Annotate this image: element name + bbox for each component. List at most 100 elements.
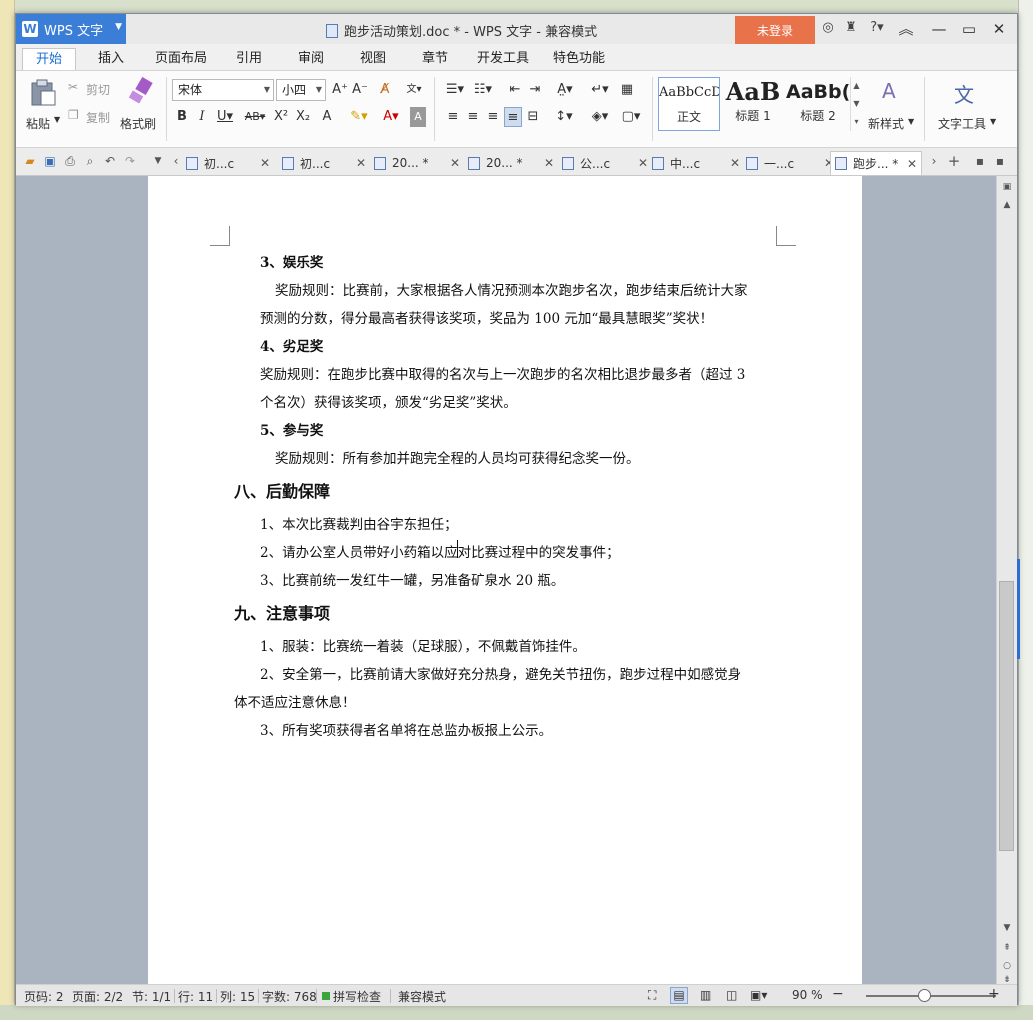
page-view-icon[interactable]: ▤ [670,987,688,1004]
tab-chapter[interactable]: 章节 [412,48,458,70]
doc-tab[interactable]: 中...c ✕ [652,151,744,175]
document-page[interactable]: 3、娱乐奖 奖励规则：比赛前，大家根据各人情况预测本次跑步名次，跑步结束后统计大… [148,176,862,984]
paragraph-shading-icon[interactable]: ◈▾ [586,107,614,127]
distribute-icon[interactable]: ⊟ [524,107,542,127]
show-marks-icon[interactable]: ↵▾ [588,80,612,100]
web-view-icon[interactable]: ◫ [726,988,737,1002]
char-shading-icon[interactable]: A [410,107,426,127]
help-icon[interactable]: ?▾ [865,20,889,35]
superscript-icon[interactable]: X² [272,107,290,127]
tab-insert[interactable]: 插入 [86,48,136,70]
tab-references[interactable]: 引用 [226,48,272,70]
open-folder-icon[interactable]: ▰ [22,153,38,169]
change-case-icon[interactable]: A̤▾ [550,80,580,100]
zoom-slider[interactable] [866,995,996,997]
close-icon[interactable]: ✕ [986,18,1012,40]
select-browse-object-icon[interactable]: ○ [999,959,1015,973]
close-tab-icon[interactable]: ✕ [544,156,554,170]
font-name-select[interactable]: 宋体 ▼ [172,79,274,101]
font-size-select[interactable]: 小四 ▼ [276,79,326,101]
print-preview-icon[interactable]: ⌕ [82,153,98,169]
redo-icon[interactable]: ↷ [122,153,138,169]
tab-scroll-right-icon[interactable]: › [926,153,942,169]
tab-developer[interactable]: 开发工具 [472,48,534,70]
close-tab-icon[interactable]: ✕ [450,156,460,170]
close-tab-icon[interactable]: ✕ [907,157,917,171]
previous-page-icon[interactable]: ⇞ [999,941,1015,955]
new-style-button[interactable]: A 新样式 ▼ [866,75,916,139]
phonetic-guide-icon[interactable]: 文▾ [400,80,428,100]
text-effect-icon[interactable]: A [318,107,336,127]
zoom-out-icon[interactable]: − [832,986,844,1002]
tab-view[interactable]: 视图 [350,48,396,70]
reading-view-icon[interactable]: ▣▾ [750,988,767,1002]
tab-start[interactable]: 开始 [22,48,76,70]
align-right-icon[interactable]: ≡ [484,107,502,127]
doc-tab[interactable]: 初...c ✕ [282,151,374,175]
align-left-icon[interactable]: ≡ [444,107,462,127]
font-color-icon[interactable]: A▾ [378,107,404,127]
shirt-icon[interactable]: ♜ [842,20,860,35]
doc-tab[interactable]: 初...c ✕ [186,151,278,175]
style-heading-2[interactable]: AaBb( 标题 2 [786,77,850,131]
paste-button[interactable]: 粘贴 ▼ [22,75,62,139]
close-tab-icon[interactable]: ✕ [260,156,270,170]
table-icon[interactable]: ▦ [618,80,636,100]
new-tab-icon[interactable]: + [946,153,962,169]
line-spacing-icon[interactable]: ↕▾ [550,107,578,127]
bold-icon[interactable]: B [174,107,190,127]
zoom-in-icon[interactable]: + [988,986,1000,1002]
full-screen-icon[interactable]: ⛶ [648,988,656,1003]
justify-icon[interactable]: ≡ [504,107,522,127]
app-menu-button[interactable]: W WPS 文字 ▼ [16,14,126,44]
tab-features[interactable]: 特色功能 [548,48,610,70]
scroll-down-icon[interactable]: ▼ [999,921,1015,935]
doc-tab-active[interactable]: 跑步... * ✕ [830,151,922,175]
close-tab-icon[interactable]: ✕ [730,156,740,170]
close-tab-icon[interactable]: ✕ [356,156,366,170]
copy-button[interactable]: ❐ 复制 [68,107,118,127]
clear-format-icon[interactable]: A̸ [376,80,394,100]
doc-tab[interactable]: 一...c ✕ [746,151,838,175]
borders-icon[interactable]: ▢▾ [618,107,644,127]
scroll-thumb[interactable] [999,581,1014,851]
tab-list-icon[interactable]: ▪ [972,153,988,169]
tab-options-icon[interactable]: ▪ [992,153,1008,169]
numbering-icon[interactable]: ☷▾ [470,80,496,100]
status-word-count[interactable]: 字数: 768 [262,988,317,1005]
outline-view-icon[interactable]: ▥ [700,988,711,1002]
quick-access-menu-icon[interactable]: ▼ [150,153,166,169]
maximize-icon[interactable]: ▭ [956,18,982,40]
doc-tab[interactable]: 20... * ✕ [374,151,466,175]
increase-indent-icon[interactable]: ⇥ [526,80,544,100]
close-tab-icon[interactable]: ✕ [638,156,648,170]
align-center-icon[interactable]: ≡ [464,107,482,127]
underline-icon[interactable]: U▾ [214,107,236,127]
styles-scroll[interactable]: ▲ ▼ ▾ [850,77,862,131]
shrink-font-icon[interactable]: A⁻ [352,80,368,100]
tab-scroll-left-icon[interactable]: ‹ [168,153,184,169]
tab-page-layout[interactable]: 页面布局 [146,48,216,70]
ruler-toggle-icon[interactable]: ▣ [999,180,1015,194]
zoom-slider-handle[interactable] [918,989,931,1002]
doc-tab[interactable]: 公...c ✕ [562,151,654,175]
vertical-scrollbar[interactable]: ▣ ▲ ▼ ⇞ ○ ⇟ [996,176,1017,985]
style-normal[interactable]: AaBbCcD 正文 [658,77,720,131]
grow-font-icon[interactable]: A⁺ [332,80,348,100]
scroll-up-icon[interactable]: ▲ [999,198,1015,212]
format-painter-button[interactable]: 格式刷 [118,75,164,139]
save-icon[interactable]: ▣ [42,153,58,169]
style-heading-1[interactable]: AaB 标题 1 [722,77,784,131]
print-icon[interactable]: ⎙ [62,153,78,169]
undo-icon[interactable]: ↶ [102,153,118,169]
strikethrough-icon[interactable]: AB▾ [242,107,268,127]
skin-icon[interactable]: ◎ [819,20,837,35]
minimize-icon[interactable]: — [926,18,952,40]
cut-button[interactable]: ✂ 剪切 [68,79,118,99]
tab-review[interactable]: 审阅 [288,48,334,70]
subscript-icon[interactable]: X₂ [294,107,312,127]
collapse-ribbon-icon[interactable]: ︽ [893,18,919,40]
text-tools-button[interactable]: 文 文字工具 ▼ [932,75,998,139]
doc-tab[interactable]: 20... * ✕ [468,151,560,175]
zoom-value[interactable]: 90 % [792,988,823,1002]
